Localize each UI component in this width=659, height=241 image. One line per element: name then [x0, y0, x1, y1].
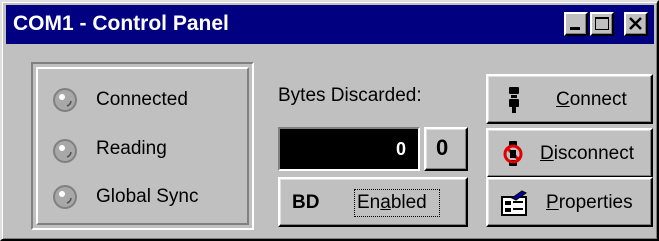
- connected-label: Connected: [96, 89, 188, 110]
- connected-led-icon: [53, 88, 77, 112]
- reset-counter-label: 0: [436, 135, 449, 160]
- control-panel-window: COM1 - Control Panel Connected Reading G…: [0, 0, 659, 241]
- minimize-button[interactable]: [564, 12, 588, 36]
- bytes-discarded-value: 0: [395, 139, 406, 159]
- maximize-icon: [595, 17, 609, 30]
- status-panel: Connected Reading Global Sync: [31, 62, 254, 230]
- bd-enabled-label: Enabled: [357, 192, 427, 213]
- global-sync-label: Global Sync: [96, 186, 199, 207]
- disconnect-label: Disconnect: [540, 143, 635, 164]
- status-panel-inner: Connected Reading Global Sync: [36, 67, 249, 225]
- connect-button[interactable]: Connect: [486, 74, 653, 124]
- close-icon: [629, 17, 642, 30]
- bd-enabled-button[interactable]: BD Enabled: [278, 177, 468, 227]
- reset-counter-button[interactable]: 0: [424, 127, 468, 171]
- close-button[interactable]: [624, 12, 648, 36]
- plug-icon: [509, 87, 519, 113]
- global-sync-led-icon: [53, 185, 77, 209]
- unplug-icon: [503, 141, 523, 166]
- window-title: COM1 - Control Panel: [13, 12, 229, 35]
- title-bar[interactable]: COM1 - Control Panel: [6, 5, 654, 44]
- bytes-discarded-label: Bytes Discarded:: [278, 85, 422, 106]
- properties-button[interactable]: Properties: [486, 177, 653, 227]
- disconnect-button[interactable]: Disconnect: [486, 128, 653, 178]
- connect-label: Connect: [556, 89, 627, 110]
- properties-icon: [501, 190, 527, 216]
- bd-prefix: BD: [292, 192, 320, 213]
- reading-led-icon: [53, 139, 77, 163]
- properties-label: Properties: [546, 192, 633, 213]
- bytes-discarded-counter: 0: [278, 127, 420, 171]
- minimize-icon: [570, 27, 580, 30]
- reading-label: Reading: [96, 138, 167, 159]
- maximize-button[interactable]: [590, 12, 614, 36]
